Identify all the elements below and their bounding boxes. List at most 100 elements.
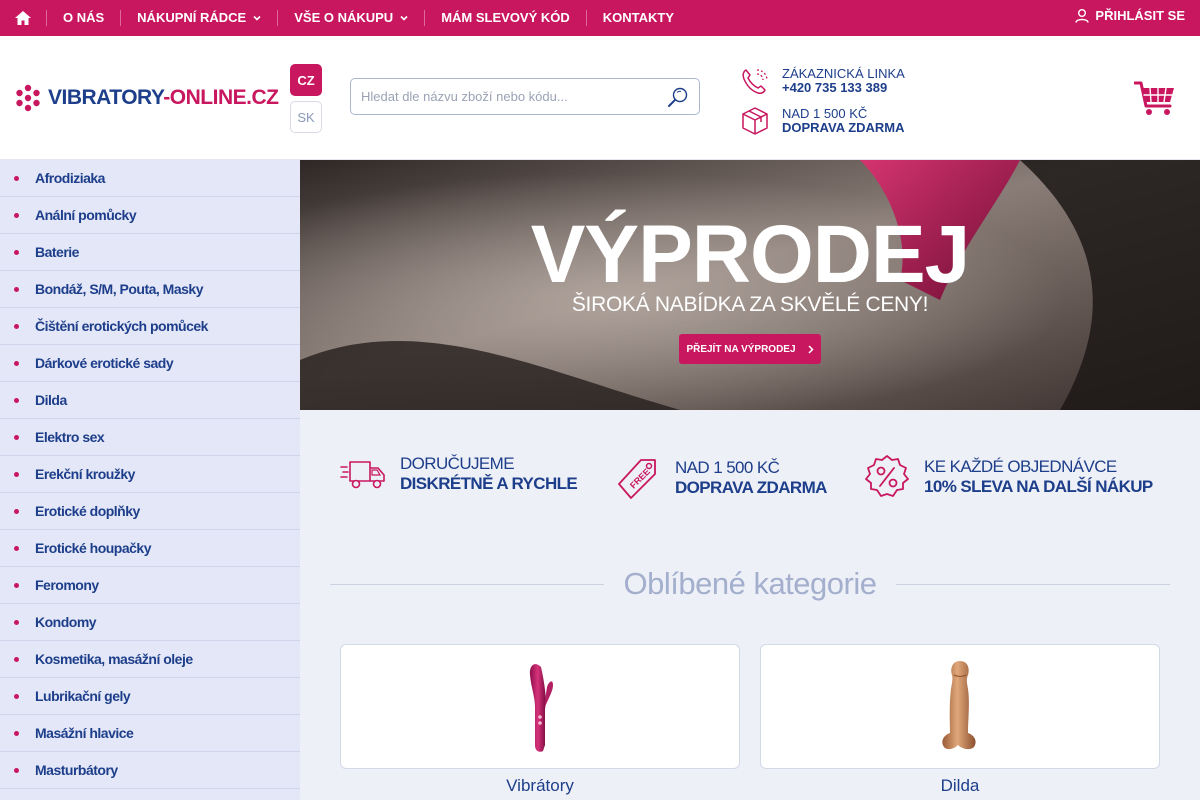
main-content: DORUČUJEME DISKRÉTNĚ A RYCHLE FREE NAD 1… <box>300 410 1200 800</box>
sidebar-item[interactable]: Masážní hlavice <box>0 715 300 752</box>
sidebar-item[interactable]: Bondáž, S/M, Pouta, Masky <box>0 271 300 308</box>
sidebar-item[interactable]: Feromony <box>0 567 300 604</box>
chevron-down-icon <box>400 15 408 21</box>
sidebar-item-label: Elektro sex <box>35 429 105 445</box>
search-icon[interactable] <box>667 86 689 108</box>
sidebar-item[interactable]: Čištění erotických pomůcek <box>0 308 300 345</box>
login-button[interactable]: PŘIHLÁSIT SE <box>1075 8 1185 23</box>
sidebar-item[interactable]: Kosmetika, masážní oleje <box>0 641 300 678</box>
sale-banner[interactable]: VÝPRODEJ ŠIROKÁ NABÍDKA ZA SKVĚLÉ CENY! … <box>300 160 1200 410</box>
sidebar-item[interactable]: Dárkové erotické sady <box>0 345 300 382</box>
bullet-icon <box>14 323 19 329</box>
sidebar-item[interactable]: Erotické houpačky <box>0 530 300 567</box>
shipping-title: NAD 1 500 KČ <box>782 106 868 121</box>
nav-about-label: O NÁS <box>63 10 105 25</box>
sidebar-item-label: Kondomy <box>35 614 97 630</box>
category-card-dildos-label[interactable]: Dilda <box>760 776 1160 796</box>
sidebar-item[interactable]: Dilda <box>0 382 300 419</box>
sidebar-item-label: Masturbátory <box>35 762 118 778</box>
sidebar-item-label: Bondáž, S/M, Pouta, Masky <box>35 281 203 297</box>
benefit-free-shipping-line2: DOPRAVA ZDARMA <box>675 478 827 497</box>
bullet-icon <box>14 249 19 255</box>
lang-sk-label: SK <box>297 109 315 125</box>
sidebar-item-label: Erotické houpačky <box>35 540 152 556</box>
shipping-value: DOPRAVA ZDARMA <box>782 120 905 135</box>
bullet-icon <box>14 545 19 551</box>
sidebar-item-label: Čištění erotických pomůcek <box>35 318 208 334</box>
sidebar-item-label: Dárkové erotické sady <box>35 355 174 371</box>
home-button[interactable] <box>0 0 46 36</box>
sidebar-item[interactable]: Anální pomůcky <box>0 197 300 234</box>
cart-button[interactable] <box>1133 80 1176 123</box>
divider <box>896 583 1170 585</box>
banner-subtitle: ŠIROKÁ NABÍDKA ZA SKVĚLÉ CENY! <box>571 293 929 316</box>
nav-shopping-guide[interactable]: NÁKUPNÍ RÁDCE <box>120 10 277 26</box>
benefit-free-shipping-line1: NAD 1 500 KČ <box>675 458 780 477</box>
lang-cz-button[interactable]: CZ <box>290 64 322 96</box>
sidebar-item[interactable]: Masturbátory <box>0 752 300 789</box>
nav-all-about-shopping-label: VŠE O NÁKUPU <box>294 10 394 25</box>
sidebar-item-label: Erekční kroužky <box>35 466 135 482</box>
nav-discount-code-label: MÁM SLEVOVÝ KÓD <box>441 10 570 25</box>
phone-icon <box>742 69 768 94</box>
nav-about[interactable]: O NÁS <box>46 10 120 26</box>
bullet-icon <box>14 582 19 588</box>
bullet-icon <box>14 212 19 218</box>
nav-all-about-shopping[interactable]: VŠE O NÁKUPU <box>277 10 424 26</box>
category-card-dildos[interactable] <box>760 644 1160 769</box>
sidebar-item[interactable]: Baterie <box>0 234 300 271</box>
lang-sk-button[interactable]: SK <box>290 101 322 133</box>
free-tag-icon: FREE <box>618 459 656 499</box>
bullet-icon <box>14 471 19 477</box>
banner-title: VÝPRODEJ <box>530 209 971 300</box>
percent-badge-icon <box>865 455 909 497</box>
category-sidebar: Afrodiziaka Anální pomůcky Baterie Bondá… <box>0 160 300 800</box>
bullet-icon <box>14 730 19 736</box>
sidebar-item-label: Lubrikační gely <box>35 688 131 704</box>
user-icon <box>1075 9 1090 23</box>
logo-accent: -ONLINE.CZ <box>163 86 279 109</box>
go-to-sale-label: PŘEJÍT NA VÝPRODEJ <box>686 343 796 355</box>
sidebar-item-label: Anální pomůcky <box>35 207 137 223</box>
benefit-discount-line1: KE KAŽDÉ OBJEDNÁVCE <box>924 457 1117 476</box>
benefit-delivery-line1: DORUČUJEME <box>400 454 515 473</box>
favorite-categories-heading: Oblíbené kategorie <box>330 566 1170 602</box>
sidebar-item[interactable]: Erekční kroužky <box>0 456 300 493</box>
divider <box>330 583 604 585</box>
free-shipping-info: NAD 1 500 KČ DOPRAVA ZDARMA <box>740 106 905 136</box>
category-card-vibrators-label[interactable]: Vibrátory <box>340 776 740 796</box>
logo-dots-icon <box>16 84 40 112</box>
site-logo[interactable]: VIBRATORY-ONLINE.CZ <box>14 84 279 112</box>
logo-text: VIBRATORY-ONLINE.CZ <box>48 86 279 110</box>
sidebar-item[interactable]: Erotické doplňky <box>0 493 300 530</box>
sidebar-item[interactable]: Lubrikační gely <box>0 678 300 715</box>
logo-main: VIBRATORY <box>48 86 164 109</box>
section-title: Oblíbené kategorie <box>623 566 877 601</box>
sidebar-item-label: Masážní hlavice <box>35 725 134 741</box>
sidebar-item-label: Dilda <box>35 392 67 408</box>
nav-shopping-guide-label: NÁKUPNÍ RÁDCE <box>137 10 247 25</box>
sidebar-item[interactable]: Afrodiziaka <box>0 160 300 197</box>
sidebar-item[interactable]: Elektro sex <box>0 419 300 456</box>
sidebar-item-label: Kosmetika, masážní oleje <box>35 651 193 667</box>
phone-number[interactable]: +420 735 133 389 <box>782 81 905 95</box>
sidebar-item-label: Baterie <box>35 244 79 260</box>
sidebar-item-label: Feromony <box>35 577 99 593</box>
login-label: PŘIHLÁSIT SE <box>1095 8 1185 23</box>
bullet-icon <box>14 360 19 366</box>
benefit-free-shipping: FREE NAD 1 500 KČ DOPRAVA ZDARMA <box>613 454 827 502</box>
customer-line: ZÁKAZNICKÁ LINKA +420 735 133 389 <box>740 66 905 96</box>
sidebar-item[interactable]: Kondomy <box>0 604 300 641</box>
go-to-sale-button[interactable]: PŘEJÍT NA VÝPRODEJ <box>679 334 821 364</box>
category-card-vibrators[interactable] <box>340 644 740 769</box>
bullet-icon <box>14 175 19 181</box>
benefit-delivery: DORUČUJEME DISKRÉTNĚ A RYCHLE <box>340 454 578 494</box>
bullet-icon <box>14 619 19 625</box>
bullet-icon <box>14 508 19 514</box>
cart-icon <box>1133 81 1174 115</box>
chevron-down-icon <box>253 15 261 21</box>
search-input[interactable] <box>361 89 667 104</box>
nav-discount-code[interactable]: MÁM SLEVOVÝ KÓD <box>424 10 586 26</box>
package-icon <box>742 107 768 135</box>
nav-contacts[interactable]: KONTAKTY <box>585 10 690 26</box>
